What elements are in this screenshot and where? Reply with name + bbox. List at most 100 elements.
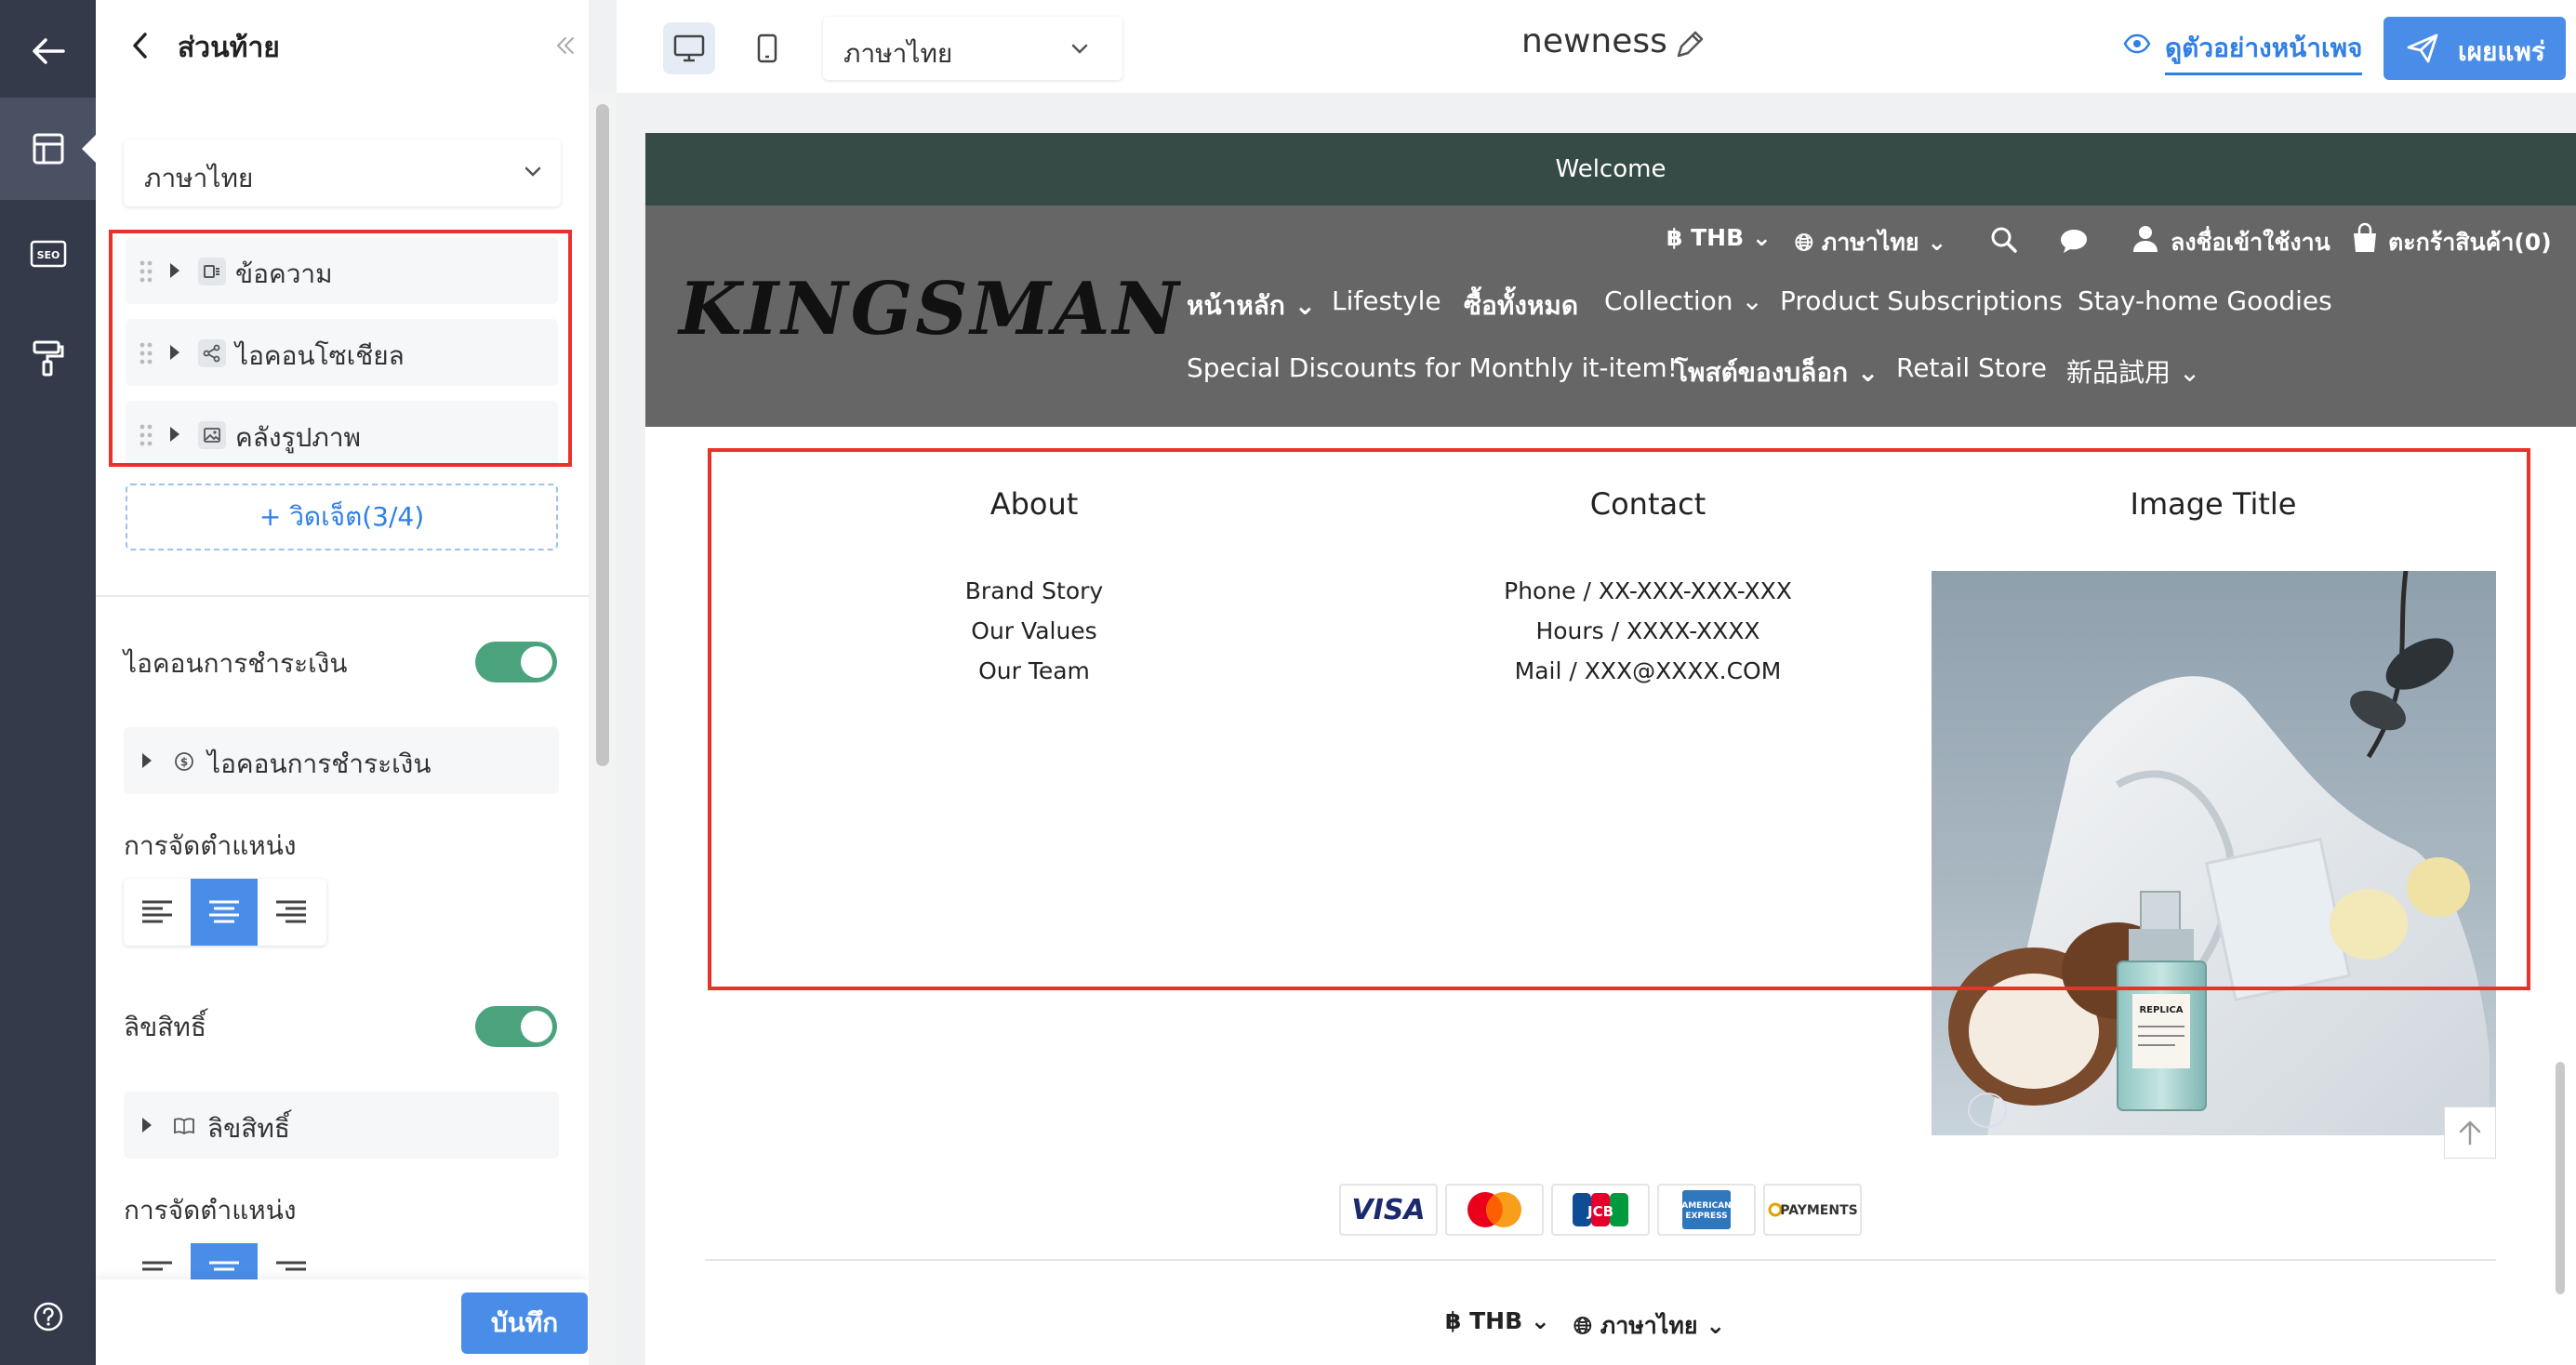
nav-item-collection[interactable]: Collection ⌄ [1604,285,1763,316]
footer-divider [705,1259,2496,1261]
cart-link[interactable]: ตะกร้าสินค้า(0) [2388,224,2552,261]
align-center-button[interactable] [191,1243,258,1279]
seo-icon[interactable]: SEO [0,203,96,305]
panel-language-value: ภาษาไทย [144,163,254,193]
store-header: KINGSMAN ฿ THB ⌄ 🌐︎ ภาษาไทย ⌄ ลงชื่อเข้า… [645,205,2576,427]
payment-icons-label: ไอคอนการชำระเงิน [124,648,348,679]
panel-scrollbar-thumb[interactable] [596,104,609,766]
back-arrow-icon[interactable] [0,0,96,102]
mobile-view-button[interactable] [741,22,793,74]
svg-text:EXPRESS: EXPRESS [1685,1212,1727,1221]
currency-select[interactable]: ฿ THB ⌄ [1666,224,1772,251]
collapse-panel-icon[interactable] [555,35,576,56]
globe-icon: 🌐︎ [1795,229,1814,256]
nav-item-blog-posts[interactable]: โพสต์ของบล็อก ⌄ [1674,352,1879,393]
monitor-icon [673,34,705,62]
alignment-label-2: การจัดตำแหน่ง [124,1195,297,1226]
american-express-icon: AMERICAN EXPRESS [1657,1184,1756,1236]
nav-item-product-subscriptions[interactable]: Product Subscriptions [1780,285,2063,316]
payment-icons-row[interactable]: $ ไอคอนการชำระเงิน [124,727,559,794]
copyright-row[interactable]: ลิขสิทธิ์ [124,1092,559,1159]
panel-scrollbar[interactable] [589,93,617,1365]
publish-button[interactable]: เผยแพร่ [2383,17,2566,80]
footer-currency-select[interactable]: ฿ THB ⌄ [1445,1307,1550,1334]
footer-currency-value: ฿ THB [1445,1307,1523,1334]
nav-item-home[interactable]: หน้าหลัก ⌄ [1187,285,1316,326]
language-select[interactable]: 🌐︎ ภาษาไทย ⌄ [1795,224,1946,261]
back-chevron-icon[interactable] [131,32,150,60]
chat-icon[interactable] [2059,228,2089,254]
align-center-button[interactable] [191,879,258,946]
nav-item-stay-home-goodies[interactable]: Stay-home Goodies [2078,285,2332,316]
chevron-down-icon [1071,44,1088,54]
payment-alignment-group [124,879,326,946]
left-rail: SEO [0,0,96,1365]
panel-header: ส่วนท้าย [96,0,589,93]
layout-icon[interactable] [0,98,96,200]
svg-text:VISA: VISA [1351,1194,1425,1226]
currency-value: ฿ THB [1666,224,1745,251]
language-value: ภาษาไทย [1821,229,1919,256]
login-link[interactable]: ลงชื่อเข้าใช้งาน [2171,224,2330,261]
save-button[interactable]: บันทึก [461,1292,588,1354]
nav-item-lifestyle[interactable]: Lifestyle [1332,285,1441,316]
toolbar-language-select[interactable]: ภาษาไทย [823,17,1122,80]
copyright-alignment-group [124,1243,326,1279]
footer-language-select[interactable]: 🌐︎ ภาษาไทย ⌄ [1573,1307,1725,1345]
svg-text:REPLICA: REPLICA [2139,1005,2183,1015]
svg-text:$: $ [180,756,188,769]
chevron-down-icon [524,166,541,177]
help-icon[interactable] [0,1268,96,1365]
payment-icons-toggle[interactable] [475,642,557,682]
eye-icon [2123,33,2151,54]
book-icon [170,1112,198,1140]
copyright-toggle[interactable] [475,1006,557,1047]
svg-text:JCB: JCB [1587,1203,1613,1220]
welcome-bar: Welcome [645,133,2576,205]
editor-toolbar: ภาษาไทย newness ดูตัวอย่างหน้าเพจ เผยแพร… [617,0,2576,93]
align-left-button[interactable] [124,1243,191,1279]
footer-settings-panel: ส่วนท้าย ภาษาไทย ข้อความ ไอคอนโซเชียล คล… [96,0,589,1365]
publish-label: เผยแพร่ [2458,36,2545,67]
expand-caret-icon[interactable] [142,1118,152,1133]
store-logo[interactable]: KINGSMAN [679,267,1182,351]
svg-text:AMERICAN: AMERICAN [1681,1201,1731,1211]
shopping-bag-icon [2354,222,2376,252]
coin-icon: $ [170,748,198,775]
alignment-label: การจัดตำแหน่ง [124,830,297,861]
nav-item-retail-store[interactable]: Retail Store [1896,352,2047,383]
search-icon[interactable] [1990,226,2018,254]
paint-roller-icon[interactable] [0,307,96,409]
edit-pencil-icon[interactable] [1673,28,1706,61]
panel-language-select[interactable]: ภาษาไทย [124,139,561,206]
svg-text:SEO: SEO [36,249,60,261]
add-widget-button[interactable]: + วิดเจ็ต(3/4) [126,484,558,550]
nav-item-shop-all[interactable]: ซื้อทั้งหมด [1464,285,1578,326]
visa-icon: VISA [1339,1184,1438,1236]
copyright-label: ลิขสิทธิ์ [124,1012,206,1042]
arrow-up-icon [2459,1120,2481,1146]
user-icon [2133,226,2158,252]
footer-content-highlight [708,448,2530,990]
preview-scrollbar[interactable] [2556,1062,2565,1294]
nav-item-new-trial[interactable]: 新品試用 ⌄ [2066,352,2200,390]
expand-caret-icon[interactable] [142,753,152,768]
align-left-button[interactable] [124,879,191,946]
nav-item-special-discounts[interactable]: Special Discounts for Monthly it-item! [1187,352,1678,383]
globe-icon: 🌐︎ [1573,1312,1593,1339]
preview-page-link[interactable]: ดูตัวอย่างหน้าเพจ [2165,28,2363,75]
payments-icon: PAYMENTS [1763,1184,1862,1236]
phone-icon [757,33,777,63]
send-icon [2407,33,2438,63]
toolbar-language-value: ภาษาไทย [843,38,953,69]
payment-icons-row-label: ไอคอนการชำระเงิน [207,749,432,779]
mastercard-icon [1445,1184,1544,1236]
desktop-view-button[interactable] [663,22,715,74]
align-right-button[interactable] [258,1243,325,1279]
panel-divider [96,595,589,597]
back-to-top-button[interactable] [2444,1107,2496,1159]
align-right-button[interactable] [258,879,325,946]
footer-language-value: ภาษาไทย [1600,1312,1698,1339]
save-bar: บันทึก [96,1279,589,1365]
page-name: newness [1521,22,1667,60]
